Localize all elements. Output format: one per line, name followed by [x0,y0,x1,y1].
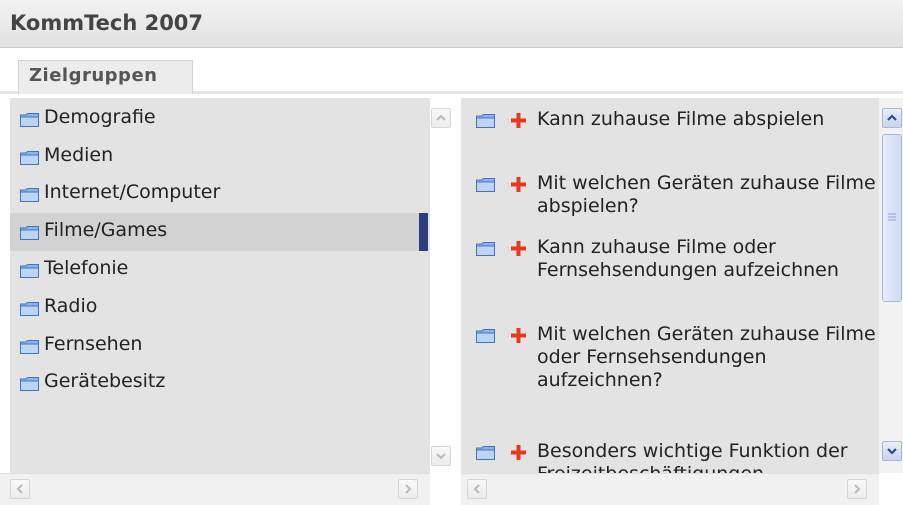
folder-icon [476,114,495,128]
arrow-left-icon [16,484,23,494]
variable-label: Mit welchen Geräten zuhause Filme oder F… [537,323,876,391]
category-item-radio[interactable]: Radio [10,289,428,327]
category-label: Filme/Games [44,219,168,241]
variable-list-scrollbar[interactable] [879,98,903,473]
scroll-left-button[interactable] [467,479,487,499]
plus-icon[interactable] [511,445,526,460]
category-item-fernsehen[interactable]: Fernsehen [10,327,428,365]
title-bar: KommTech 2007 [0,0,903,48]
scroll-right-button[interactable] [398,479,418,499]
category-label: Medien [44,144,114,166]
folder-icon [20,113,39,127]
folder-icon [476,242,495,256]
scroll-down-button[interactable] [431,446,451,466]
arrow-left-icon [473,484,480,494]
arrow-right-icon [405,484,412,494]
category-list-hscrollbar[interactable] [0,473,430,505]
folder-icon [476,329,495,343]
grip-icon [888,213,896,221]
arrow-down-icon [887,448,897,455]
category-label: Gerätebesitz [44,370,166,392]
category-item-geraetebesitz[interactable]: Gerätebesitz [10,364,428,402]
category-label: Internet/Computer [44,181,221,203]
category-item-medien[interactable]: Medien [10,138,428,176]
folder-icon [20,151,39,165]
variable-label: Kann zuhause Filme abspielen [537,108,825,130]
arrow-right-icon [854,484,861,494]
folder-icon [20,226,39,240]
variable-list-hscrollbar[interactable] [461,473,879,505]
variable-label: Mit welchen Geräten zuhause Filme abspie… [537,172,876,217]
arrow-down-icon [436,453,446,460]
folder-icon [476,178,495,192]
folder-icon [476,446,495,460]
category-item-telefonie[interactable]: Telefonie [10,251,428,289]
folder-icon [20,377,39,391]
category-label: Demografie [44,106,156,128]
plus-icon[interactable] [511,177,526,192]
category-label: Radio [44,295,98,317]
folder-icon [20,264,39,278]
arrow-up-icon [887,114,897,121]
variable-label: Kann zuhause Filme oder Fernsehsendungen… [537,236,839,281]
tab-strip: Zielgruppen [0,48,903,94]
arrow-up-icon [436,114,446,121]
tab-zielgruppen[interactable]: Zielgruppen [18,60,193,94]
category-list: Demografie Medien Internet/Computer Film… [10,98,430,473]
plus-icon[interactable] [511,241,526,256]
scroll-right-button[interactable] [847,479,867,499]
folder-icon [20,302,39,316]
folder-icon [20,188,39,202]
scroll-up-button[interactable] [882,108,902,128]
plus-icon[interactable] [511,328,526,343]
scroll-down-button[interactable] [882,441,902,461]
variable-label: Besonders wichtige Funktion der Freizeit… [537,440,848,473]
app-title: KommTech 2007 [10,11,204,35]
category-label: Fernsehen [44,333,143,355]
category-label: Telefonie [44,257,129,279]
scroll-up-button[interactable] [431,108,451,128]
category-list-scrollbar[interactable] [430,98,461,473]
scrollbar-thumb[interactable] [882,134,902,302]
scroll-left-button[interactable] [10,479,30,499]
variable-list: Kann zuhause Filme abspielen Mit welchen… [461,98,879,473]
category-item-internet-computer[interactable]: Internet/Computer [10,175,428,213]
plus-icon[interactable] [511,113,526,128]
category-item-demografie[interactable]: Demografie [10,100,428,138]
folder-icon [20,340,39,354]
tab-label: Zielgruppen [29,65,158,86]
category-item-filme-games[interactable]: Filme/Games [10,213,428,251]
